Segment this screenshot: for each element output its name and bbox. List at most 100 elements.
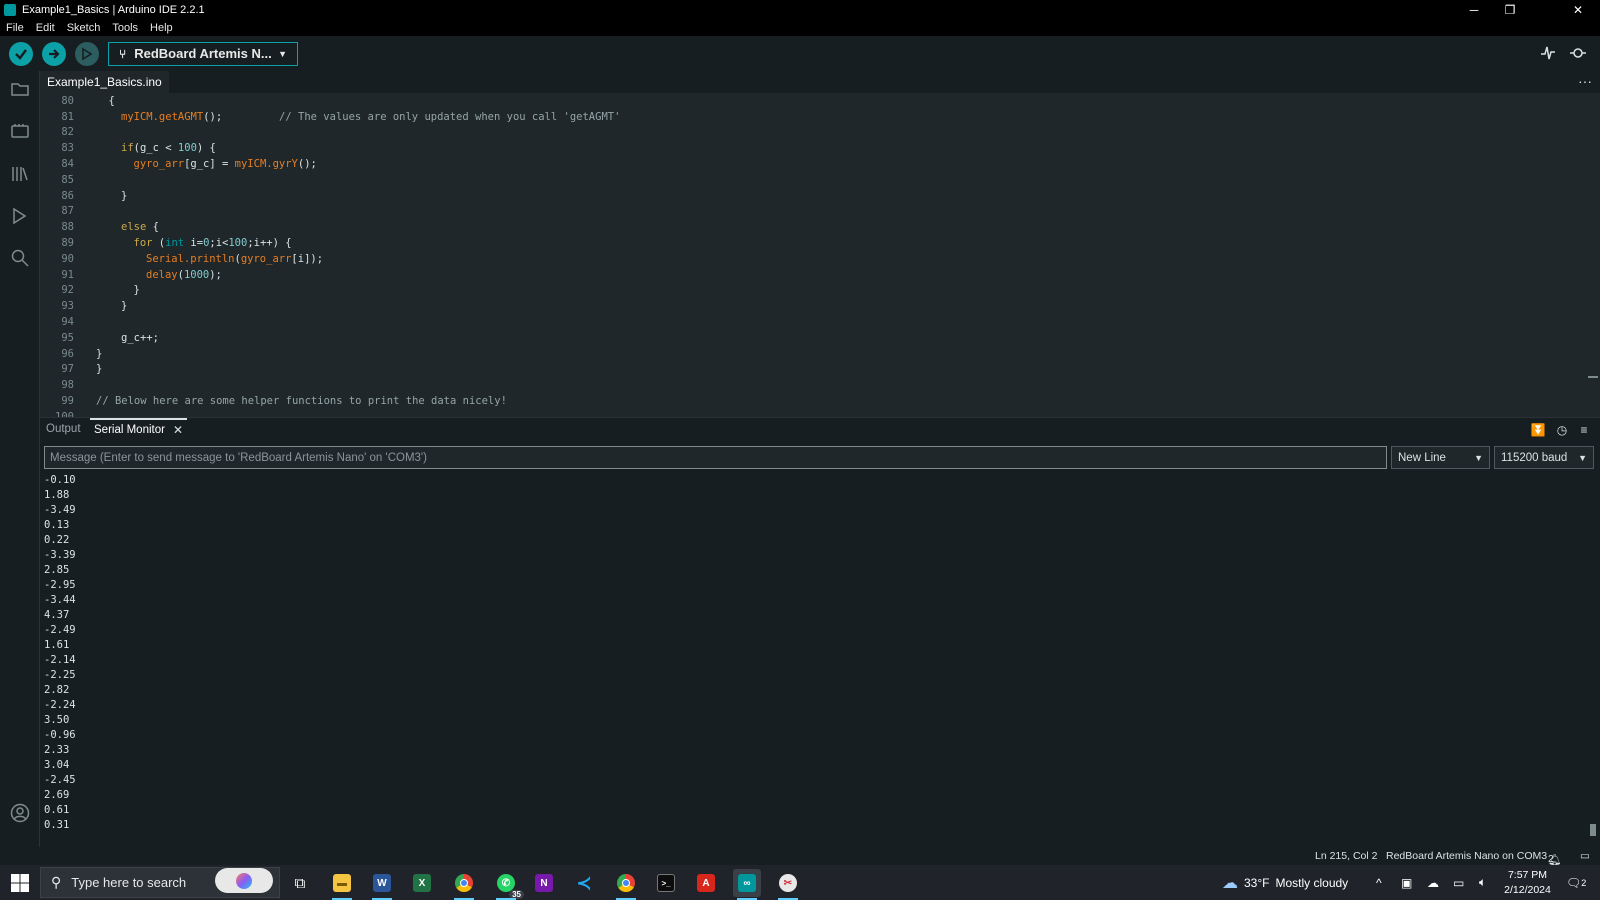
code-token: int (165, 237, 185, 250)
restore-button[interactable]: ❐ (1492, 0, 1528, 19)
serial-monitor-button[interactable] (1566, 41, 1590, 65)
volume-muted-icon[interactable]: 🔈︎ (1479, 865, 1486, 900)
boards-manager-button[interactable] (9, 120, 31, 142)
battery-icon[interactable]: ▭ (1453, 865, 1464, 900)
code-editor[interactable]: 80{81 myICM.getAGMT(); // The values are … (40, 93, 1600, 417)
serial-scrollbar[interactable] (1590, 824, 1596, 836)
code-line[interactable]: 96} (40, 346, 1560, 362)
editor-scrollbar[interactable] (1588, 376, 1598, 378)
code-line[interactable]: 88 else { (40, 219, 1560, 235)
code-line[interactable]: 95 g_c++; (40, 330, 1560, 346)
code-line[interactable]: 98 (40, 377, 1560, 393)
menu-tools[interactable]: Tools (106, 22, 144, 34)
weather-widget[interactable]: ☁ 33°F Mostly cloudy (1222, 865, 1348, 900)
tab-example1-basics[interactable]: Example1_Basics.ino (40, 71, 169, 93)
code-line[interactable]: 89 for (int i=0;i<100;i++) { (40, 235, 1560, 251)
serial-message-input[interactable]: Message (Enter to send message to 'RedBo… (44, 446, 1387, 469)
verify-button[interactable] (9, 41, 33, 66)
toggle-panel-icon[interactable]: ▭ (1580, 850, 1590, 862)
serial-plotter-button[interactable] (1536, 41, 1560, 65)
line-number: 80 (61, 94, 74, 107)
code-line[interactable]: 100 (40, 409, 1560, 417)
file-explorer-app[interactable]: ▬ (328, 869, 356, 900)
chrome-icon (617, 874, 635, 892)
chrome-app[interactable] (450, 869, 478, 900)
code-line[interactable]: 99 // Below here are some helper function… (40, 393, 1560, 409)
tab-output[interactable]: Output (46, 418, 81, 440)
code-text: delay(1000); (96, 269, 222, 281)
windows-taskbar: ⚲ Type here to search ⧉ ▬ W X ✆ 35 N ≺ >… (0, 865, 1600, 900)
library-manager-button[interactable] (9, 163, 31, 185)
board-selector[interactable]: ⑂ RedBoard Artemis N... ▼ (108, 41, 298, 66)
menu-sketch[interactable]: Sketch (61, 22, 107, 34)
acrobat-app[interactable]: A (692, 869, 720, 897)
cursor-position[interactable]: Ln 215, Col 2 (1315, 850, 1377, 862)
menu-bar: File Edit Sketch Tools Help (0, 19, 1600, 36)
close-icon[interactable]: ✕ (173, 423, 183, 437)
toggle-autoscroll-button[interactable]: ⏬ (1530, 422, 1546, 438)
serial-output-line: -3.44 (44, 594, 76, 606)
word-app[interactable]: W (368, 869, 396, 900)
debug-panel-button[interactable] (9, 205, 31, 227)
chrome-profile-app[interactable] (612, 869, 640, 900)
code-line[interactable]: 83 if(g_c < 100) { (40, 140, 1560, 156)
meet-now-icon[interactable]: ▣ (1401, 865, 1412, 900)
code-line[interactable]: 92} (40, 283, 1560, 299)
code-line[interactable]: 91 delay(1000); (40, 267, 1560, 283)
menu-help[interactable]: Help (144, 22, 179, 34)
debug-play-icon (13, 207, 27, 225)
line-number: 96 (61, 347, 74, 360)
code-line[interactable]: 85 (40, 172, 1560, 188)
code-line[interactable]: 86} (40, 188, 1560, 204)
account-button[interactable] (9, 802, 31, 824)
tab-serial-monitor[interactable]: Serial Monitor ✕ (90, 418, 188, 440)
board-status[interactable]: RedBoard Artemis Nano on COM3 (1386, 850, 1547, 862)
excel-app[interactable]: X (408, 869, 436, 897)
code-line[interactable]: 80 { (40, 93, 1560, 109)
chevron-down-icon: ▼ (278, 48, 287, 59)
notification-center-button[interactable]: 🗨︎ 2 (1566, 865, 1586, 900)
copilot-button[interactable] (215, 868, 273, 893)
code-line[interactable]: 82 (40, 125, 1560, 141)
upload-button[interactable] (42, 41, 66, 66)
arduino-ide-app[interactable]: ∞ (733, 869, 761, 900)
code-line[interactable]: 81 myICM.getAGMT(); // The values are onl… (40, 109, 1560, 125)
baud-rate-select[interactable]: 115200 baud ▼ (1494, 446, 1594, 469)
more-options-icon[interactable]: ··· (1578, 73, 1592, 89)
onenote-app[interactable]: N (530, 869, 558, 897)
taskbar-clock[interactable]: 7:57 PM 2/12/2024 (1495, 868, 1560, 898)
word-icon: W (373, 874, 391, 892)
windows-start-icon[interactable] (10, 873, 30, 893)
menu-edit[interactable]: Edit (30, 22, 61, 34)
task-view-button[interactable]: ⧉ (286, 869, 314, 897)
code-line[interactable]: 84 gyro_arr[g_c] = myICM.gyrY(); (40, 156, 1560, 172)
code-line[interactable]: 90 Serial.println(gyro_arr[i]); (40, 251, 1560, 267)
code-line[interactable]: 94 (40, 314, 1560, 330)
menu-file[interactable]: File (0, 22, 30, 34)
onedrive-icon[interactable]: ☁ (1427, 865, 1439, 900)
arduino-app-icon (4, 3, 16, 16)
code-line[interactable]: 93} (40, 298, 1560, 314)
code-line[interactable]: 97} (40, 362, 1560, 378)
close-window-button[interactable]: ✕ (1560, 0, 1596, 19)
line-number: 99 (61, 395, 74, 408)
terminal-app[interactable]: >_ (652, 869, 680, 897)
vscode-app[interactable]: ≺ (570, 869, 598, 897)
board-icon (11, 124, 29, 138)
notification-center-icon: 🗨︎ (1566, 875, 1582, 890)
clear-output-button[interactable]: ≡ (1576, 422, 1592, 438)
whatsapp-app[interactable]: ✆ 35 (492, 869, 524, 900)
onenote-icon: N (535, 874, 553, 892)
line-ending-select[interactable]: New Line ▼ (1391, 446, 1490, 469)
notification-count: 2 (1548, 853, 1554, 865)
vscode-icon: ≺ (576, 872, 592, 893)
search-panel-button[interactable] (9, 247, 31, 269)
show-hidden-icons-button[interactable]: ^ (1376, 865, 1382, 900)
toggle-timestamp-button[interactable]: ◷ (1554, 422, 1570, 438)
debug-button[interactable] (75, 41, 99, 66)
code-line[interactable]: 87 (40, 204, 1560, 220)
minimize-button[interactable]: ─ (1456, 0, 1492, 19)
snipping-tool-app[interactable]: ✂ (774, 869, 802, 900)
sketchbook-button[interactable] (9, 78, 31, 100)
code-token: myICM.gyrY (234, 158, 298, 171)
